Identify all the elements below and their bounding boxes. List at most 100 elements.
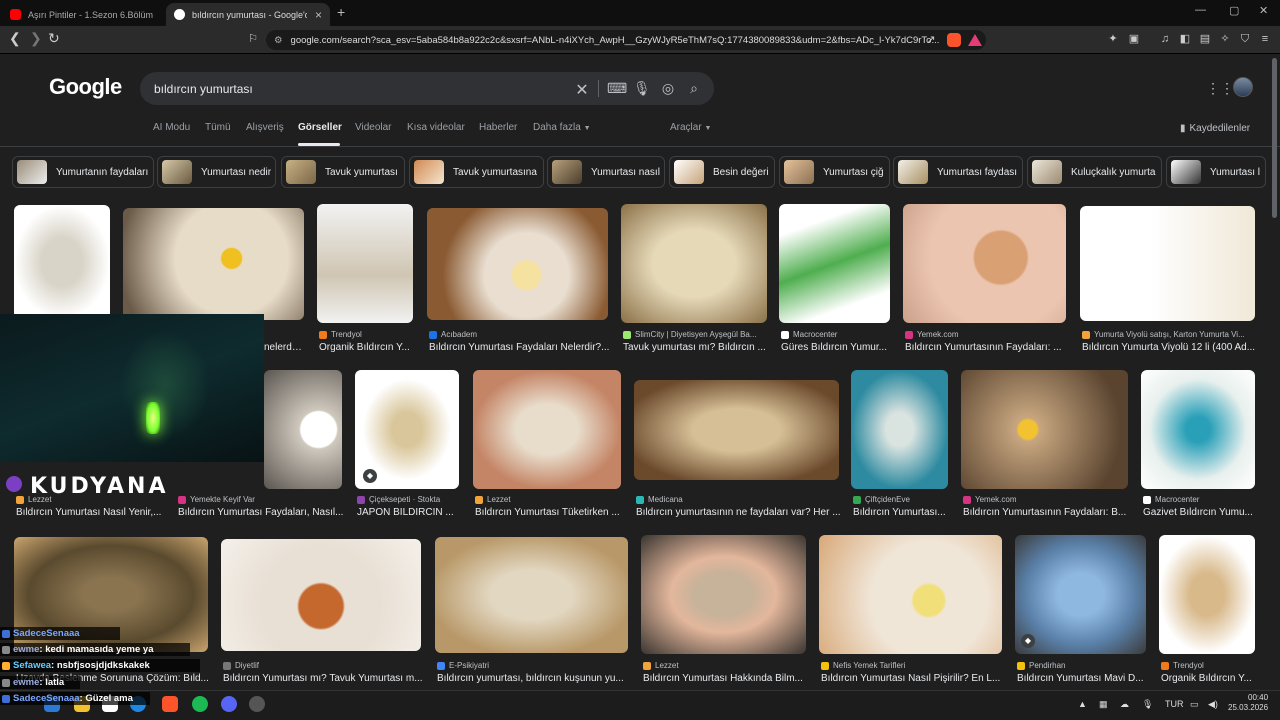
result-source[interactable]: Lezzet	[643, 661, 808, 670]
result-source[interactable]: Macrocenter	[1143, 495, 1257, 504]
result-image[interactable]	[317, 204, 413, 323]
result-source[interactable]: E-Psikiyatri	[437, 661, 630, 670]
media-icon[interactable]: ♫	[1158, 31, 1172, 47]
result-image[interactable]	[634, 380, 839, 480]
leo-ai-icon[interactable]: ✧	[1218, 31, 1232, 47]
result-source[interactable]: ÇiftçidenEve	[853, 495, 953, 504]
result-image[interactable]	[961, 370, 1128, 489]
result-image[interactable]: ◆	[355, 370, 459, 489]
result-title[interactable]: Bıldırcın Yumurtası Faydaları, Nasıl...	[178, 507, 348, 518]
result-title[interactable]: nelerdir?...	[264, 342, 304, 353]
result-title[interactable]: Bıldırcın Yumurtası Mavi D...	[1017, 673, 1148, 684]
chip[interactable]: Yumurtası l	[1166, 156, 1266, 188]
tab-all[interactable]: Tümü	[205, 122, 231, 133]
lens-icon[interactable]: ◎	[660, 80, 676, 97]
brave-shields-icon[interactable]	[947, 33, 961, 47]
result-image[interactable]	[123, 208, 304, 320]
language-indicator[interactable]: TUR	[1165, 699, 1184, 709]
tab-short-videos[interactable]: Kısa videolar	[407, 122, 465, 133]
result-title[interactable]: Bıldırcın Yumurtası Nasıl Pişirilir? En …	[821, 673, 1004, 684]
site-info-icon[interactable]: ⚙	[274, 35, 283, 46]
tools-button[interactable]: Araçlar ▼	[670, 122, 711, 133]
close-tab-icon[interactable]: ×	[315, 8, 322, 22]
share-icon[interactable]: ↗	[924, 32, 938, 48]
close-window-icon[interactable]: ✕	[1259, 4, 1268, 17]
result-title[interactable]: Güres Bıldırcın Yumur...	[781, 342, 892, 353]
network-icon[interactable]: ▭	[1190, 699, 1199, 710]
forward-icon[interactable]: ❯	[30, 30, 42, 47]
brave-icon[interactable]	[162, 696, 178, 712]
saved-button[interactable]: ▮ Kaydedilenler	[1180, 123, 1250, 134]
result-source[interactable]: Çiçeksepeti · Stokta	[357, 495, 467, 504]
vpn-icon[interactable]: ⛉	[1238, 31, 1252, 47]
tab-google-search[interactable]: bıldırcın yumurtası - Google'da Ara ×	[166, 3, 330, 26]
chip[interactable]: Yumurtası nedir	[157, 156, 276, 188]
maximize-icon[interactable]: ▢	[1229, 4, 1239, 17]
voice-search-icon[interactable]: 🎙	[633, 80, 651, 97]
tray-overflow-icon[interactable]: ▲	[1078, 699, 1087, 709]
brave-rewards-icon[interactable]	[968, 34, 982, 46]
clock[interactable]: 00:40 25.03.2026	[1228, 693, 1268, 713]
result-title[interactable]: Bıldırcın Yumurtasının Faydaları: B...	[963, 507, 1130, 518]
result-source[interactable]: Yemekte Keyif Var	[178, 495, 348, 504]
result-title[interactable]: Organik Bıldırcın Y...	[319, 342, 415, 353]
result-image[interactable]	[221, 539, 421, 651]
result-source[interactable]: Yemek.com	[905, 330, 1068, 339]
back-icon[interactable]: ❮	[9, 30, 21, 47]
result-title[interactable]: Bıldırcın Yumurtası Faydaları Nelerdir?.…	[429, 342, 610, 353]
result-image[interactable]	[779, 204, 890, 323]
new-tab-button[interactable]: +	[337, 4, 345, 20]
chip[interactable]: Tavuk yumurtası	[281, 156, 405, 188]
screenshot-icon[interactable]: ▣	[1127, 31, 1141, 47]
result-title[interactable]: Bıldırcın Yumurtası Nasıl Yenir,...	[16, 507, 166, 518]
result-source[interactable]: Yumurta Viyolü satışı, Karton Yumurta Vi…	[1082, 330, 1257, 339]
wallet-icon[interactable]: ▤	[1198, 31, 1212, 47]
spotify-icon[interactable]	[192, 696, 208, 712]
result-image[interactable]	[264, 370, 342, 489]
search-box[interactable]: bıldırcın yumurtası	[140, 72, 714, 105]
reload-icon[interactable]: ↻	[48, 30, 60, 47]
result-source[interactable]: Acıbadem	[429, 330, 610, 339]
avatar[interactable]	[1233, 77, 1253, 97]
result-image[interactable]	[1080, 206, 1255, 321]
chip[interactable]: Besin değeri	[669, 156, 775, 188]
chip[interactable]: Yumurtası çiğ	[779, 156, 890, 188]
result-source[interactable]: Lezzet	[475, 495, 623, 504]
result-title[interactable]: Bıldırcın Yumurtası mı? Tavuk Yumurtası …	[223, 673, 423, 684]
chip[interactable]: Yumurtası nasıl	[547, 156, 665, 188]
result-title[interactable]: Bıldırcın yumurtasının ne faydaları var?…	[636, 507, 841, 518]
result-title[interactable]: Bıldırcın Yumurtasının Faydaları: ...	[905, 342, 1068, 353]
sidebar-icon[interactable]: ◧	[1178, 31, 1192, 47]
result-image[interactable]	[903, 204, 1066, 323]
result-image[interactable]	[641, 535, 806, 654]
result-title[interactable]: Gazivet Bıldırcın Yumu...	[1143, 507, 1257, 518]
result-source[interactable]: Medicana	[636, 495, 841, 504]
chip[interactable]: Kuluçkalık yumurta	[1027, 156, 1162, 188]
tab-shopping[interactable]: Alışveriş	[246, 122, 284, 133]
result-source[interactable]: Trendyol	[1161, 661, 1257, 670]
google-logo[interactable]: Google	[49, 74, 122, 100]
result-title[interactable]: Bıldırcın Yumurtası...	[853, 507, 951, 518]
tab-more[interactable]: Daha fazla ▼	[533, 122, 591, 133]
result-source[interactable]: Diyetlif	[223, 661, 423, 670]
result-title[interactable]: Bıldırcın Yumurtası Hakkında Bilm...	[643, 673, 808, 684]
result-source[interactable]: Nefis Yemek Tarifleri	[821, 661, 1004, 670]
tab-images[interactable]: Görseller	[298, 122, 342, 133]
menu-icon[interactable]: ≡	[1258, 31, 1272, 47]
result-source[interactable]: SlimCity | Diyetisyen Ayşegül Ba...	[623, 330, 769, 339]
tray-app-icon[interactable]: ▦	[1099, 699, 1108, 710]
result-image[interactable]	[435, 537, 628, 653]
result-image[interactable]: ◆	[1015, 535, 1146, 654]
result-title[interactable]: Organik Bıldırcın Y...	[1161, 673, 1257, 684]
result-title[interactable]: Bıldırcın Yumurta Viyolü 12 li (400 Ad..…	[1082, 342, 1257, 353]
result-source[interactable]: Pendirhan	[1017, 661, 1148, 670]
result-image[interactable]	[819, 535, 1002, 654]
tab-videos[interactable]: Videolar	[355, 122, 392, 133]
tab-youtube[interactable]: Aşırı Pintiler - 1.Sezon 6.Bölüm - YouTu…	[2, 3, 162, 26]
tray-cloud-icon[interactable]: ☁	[1120, 699, 1129, 710]
tab-news[interactable]: Haberler	[479, 122, 517, 133]
result-image[interactable]	[427, 208, 608, 320]
volume-icon[interactable]: ◀)	[1208, 699, 1218, 710]
search-input[interactable]: bıldırcın yumurtası	[154, 82, 253, 96]
result-image[interactable]	[621, 204, 767, 323]
